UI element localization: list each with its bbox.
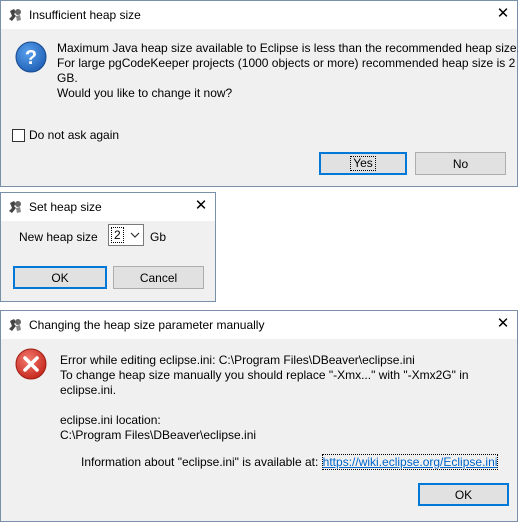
message-line: To change heap size manually you should … [60, 368, 469, 382]
unit-label: Gb [150, 230, 167, 244]
cancel-button[interactable]: Cancel [113, 266, 204, 289]
message-line: GB. [57, 71, 78, 85]
heap-size-value: 2 [111, 227, 124, 243]
manual-heap-change-dialog: Changing the heap size parameter manuall… [0, 310, 518, 522]
close-icon[interactable]: ✕ [495, 6, 511, 22]
message-line: Would you like to change it now? [57, 86, 233, 100]
question-icon: ? [15, 41, 47, 73]
close-icon[interactable]: ✕ [193, 198, 209, 214]
eclipse-app-icon [7, 199, 23, 215]
ok-button-label: OK [454, 487, 473, 502]
ok-button[interactable]: OK [13, 266, 107, 289]
message-text: Maximum Java heap size available to Ecli… [57, 41, 518, 101]
dialog-title: Changing the heap size parameter manuall… [29, 318, 265, 332]
info-row: Information about "eclipse.ini" is avail… [81, 454, 499, 470]
message-line: Maximum Java heap size available to Ecli… [57, 41, 518, 55]
location-path: C:\Program Files\DBeaver\eclipse.ini [60, 428, 257, 442]
chevron-down-icon[interactable] [130, 229, 140, 239]
message-line: eclipse.ini. [60, 383, 117, 397]
title-bar: Changing the heap size parameter manuall… [1, 311, 517, 339]
yes-button-label: Yes [350, 156, 376, 171]
checkbox-box[interactable] [12, 128, 25, 142]
eclipse-app-icon [7, 7, 23, 23]
do-not-ask-checkbox[interactable]: Do not ask again [12, 128, 119, 142]
no-button-label: No [452, 156, 469, 171]
location-block: eclipse.ini location: C:\Program Files\D… [60, 413, 256, 443]
heap-size-label: New heap size [19, 230, 98, 244]
message-line: Error while editing eclipse.ini: C:\Prog… [60, 353, 415, 367]
error-message: Error while editing eclipse.ini: C:\Prog… [60, 353, 469, 398]
eclipse-ini-link[interactable]: https://wiki.eclipse.org/Eclipse.ini [321, 454, 499, 470]
message-line: For large pgCodeKeeper projects (1000 ob… [57, 56, 516, 70]
svg-text:?: ? [25, 47, 37, 69]
title-bar: Set heap size ✕ [1, 193, 215, 221]
error-icon [15, 348, 47, 380]
insufficient-heap-dialog: Insufficient heap size ✕ ? Maximum Java … [0, 0, 518, 187]
yes-button[interactable]: Yes [319, 152, 407, 175]
cancel-button-label: Cancel [139, 270, 178, 285]
close-icon[interactable]: ✕ [495, 316, 511, 332]
checkbox-label: Do not ask again [29, 128, 120, 142]
eclipse-app-icon [7, 317, 23, 333]
dialog-title: Set heap size [29, 200, 102, 214]
ok-button-label: OK [51, 270, 69, 285]
location-label: eclipse.ini location: [60, 413, 161, 427]
info-text: Information about "eclipse.ini" is avail… [81, 455, 319, 469]
dialog-title: Insufficient heap size [29, 8, 141, 22]
heap-size-select[interactable]: 2 [108, 224, 144, 246]
no-button[interactable]: No [415, 152, 506, 175]
title-bar: Insufficient heap size ✕ [1, 1, 517, 29]
ok-button[interactable]: OK [418, 483, 509, 506]
set-heap-size-dialog: Set heap size ✕ New heap size 2 Gb OK Ca… [0, 192, 216, 302]
